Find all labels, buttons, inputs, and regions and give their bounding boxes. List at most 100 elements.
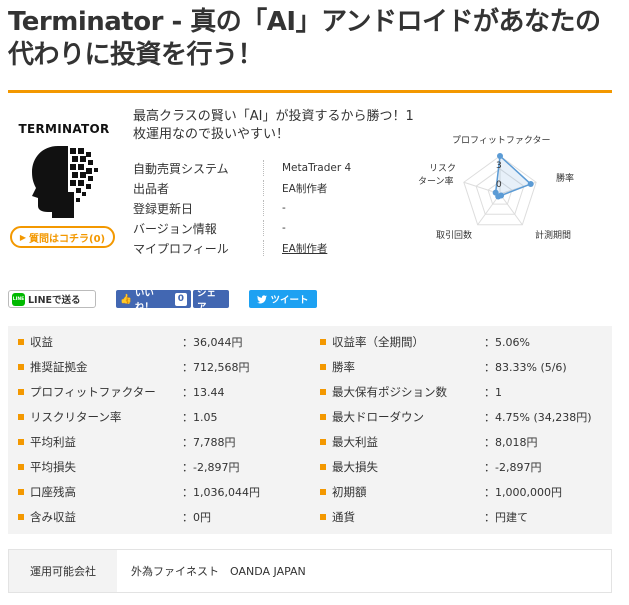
stats-panel: 収益 ：36,044円 収益率（全期間） ：5.06% 推奨証拠金 ：712,568円 勝率… [8, 326, 612, 534]
tweet-button[interactable]: ツイート [249, 290, 317, 308]
info-value: MetaTrader 4 [282, 162, 352, 174]
stat-value: ：1.05 [182, 410, 218, 424]
info-value: - [282, 222, 286, 234]
info-separator [263, 220, 264, 236]
bullet-square-icon [18, 513, 24, 520]
radar-point-win-rate [527, 181, 534, 188]
info-row-profile: マイプロフィール EA制作者 [133, 238, 383, 258]
facebook-like-button[interactable]: 👍 いいね！ 0 [116, 288, 191, 313]
broker-table: 運用可能会社 外為ファイネスト OANDA JAPAN [8, 549, 612, 593]
facebook-share-button[interactable]: シェア [193, 288, 229, 313]
radar-label-trades: 取引回数 [436, 231, 473, 241]
stat-value: ：1,000,000円 [484, 485, 562, 499]
question-button-label: 質問はコチラ(0) [29, 233, 106, 245]
stat-key: 通貨 [332, 509, 355, 524]
stat-item: 初期額 ：1,000,000円 [310, 479, 612, 504]
radar-label-risk-return-2: ターン率 [418, 177, 454, 187]
bullet-square-icon [320, 363, 326, 370]
stat-value: ：7,788円 [182, 435, 236, 449]
bullet-square-icon [18, 413, 24, 420]
bullet-square-icon [18, 338, 24, 345]
line-icon: LINE [12, 292, 25, 306]
stat-item: 通貨 ：円建て [310, 504, 612, 529]
stat-item: 最大保有ポジション数 ：1 [310, 379, 612, 404]
stat-key: 勝率 [332, 359, 355, 374]
stat-value: ：-2,897円 [484, 460, 542, 474]
bullet-square-icon [320, 488, 326, 495]
stat-key: 平均損失 [30, 459, 76, 474]
question-button[interactable]: ▶ 質問はコチラ(0) [10, 226, 115, 248]
line-share-label: LINEで送る [28, 295, 81, 306]
facebook-like-count: 0 [174, 292, 187, 306]
stat-value: ：円建て [484, 510, 528, 524]
stat-value: ：712,568円 [182, 360, 250, 374]
radar-point-profit-factor [497, 153, 503, 159]
thumbs-up-icon: 👍 [120, 293, 132, 305]
stat-value: ：36,044円 [182, 335, 243, 349]
stat-key: リスクリターン率 [30, 409, 122, 424]
info-separator [263, 180, 264, 196]
radar-label-win-rate: 勝率 [556, 174, 575, 184]
stat-key: 収益 [30, 334, 53, 349]
bullet-square-icon [18, 438, 24, 445]
radar-point-risk-return [492, 189, 499, 196]
bullet-square-icon [320, 438, 326, 445]
radar-label-period: 計測期間 [535, 231, 572, 241]
stat-item: 平均損失 ：-2,897円 [8, 454, 310, 479]
stat-key: 平均利益 [30, 434, 76, 449]
stat-value: ：1 [484, 385, 502, 399]
stat-item: 含み収益 ：0円 [8, 504, 310, 529]
bullet-square-icon [18, 463, 24, 470]
stat-item: 勝率 ：83.33% (5/6) [310, 354, 612, 379]
info-key: 出品者 [133, 181, 170, 196]
info-value: EA制作者 [282, 182, 328, 195]
terminator-head-icon [32, 146, 98, 218]
info-separator [263, 240, 264, 256]
stat-value: ：0円 [182, 510, 211, 524]
stat-key: 口座残高 [30, 484, 76, 499]
info-key: 自動売買システム [133, 161, 229, 176]
radar-label-risk-return-1: リスク [429, 164, 457, 174]
product-logo: TERMINATOR [14, 118, 114, 223]
stat-value: ：8,018円 [484, 435, 538, 449]
bullet-square-icon [18, 488, 24, 495]
info-key: マイプロフィール [133, 241, 229, 256]
info-row-seller: 出品者 EA制作者 [133, 178, 383, 198]
radar-axis-line [499, 193, 523, 226]
stat-key: 初期額 [332, 484, 367, 499]
info-key: 登録更新日 [133, 201, 194, 216]
stat-key: 最大保有ポジション数 [332, 384, 447, 399]
stat-value: ：-2,897円 [182, 460, 240, 474]
line-share-button[interactable]: LINE LINEで送る [8, 290, 96, 308]
page-title: Terminator - 真の「AI」アンドロイドがあなたの代わりに投資を行う！ [8, 7, 601, 70]
profile-link[interactable]: EA制作者 [282, 241, 327, 256]
stat-item: 最大利益 ：8,018円 [310, 429, 612, 454]
stats-grid: 収益 ：36,044円 収益率（全期間） ：5.06% 推奨証拠金 ：712,568円 勝率… [8, 329, 612, 529]
stat-item: 推奨証拠金 ：712,568円 [8, 354, 310, 379]
bullet-square-icon [320, 463, 326, 470]
logo-text: TERMINATOR [18, 122, 110, 136]
bullet-square-icon [320, 338, 326, 345]
facebook-buttons: 👍 いいね！ 0 シェア [116, 288, 229, 313]
broker-key: 運用可能会社 [9, 550, 117, 592]
stat-key: 最大利益 [332, 434, 378, 449]
info-row-updated: 登録更新日 - [133, 198, 383, 218]
info-key: バージョン情報 [133, 221, 217, 236]
stat-key: 収益率（全期間） [332, 334, 424, 349]
radar-tick-min: 0 [496, 180, 502, 190]
stat-key: 含み収益 [30, 509, 76, 524]
stat-item: 収益 ：36,044円 [8, 329, 310, 354]
tweet-label: ツイート [270, 295, 309, 306]
stat-value: ：1,036,044円 [182, 485, 260, 499]
stat-value: ：83.33% (5/6) [484, 360, 567, 374]
stat-item: リスクリターン率 ：1.05 [8, 404, 310, 429]
twitter-bird-icon [257, 294, 268, 303]
stat-item: 最大ドローダウン ：4.75% (34,238円) [310, 404, 612, 429]
facebook-share-label: シェア [197, 288, 217, 313]
info-separator [263, 160, 264, 176]
radar-tick-max: 3 [496, 161, 502, 171]
stat-item: 口座残高 ：1,036,044円 [8, 479, 310, 504]
stat-item: 収益率（全期間） ：5.06% [310, 329, 612, 354]
product-tagline: 最高クラスの賢い「AI」が投資するから勝つ！1枚運用なので扱いやすい！ [133, 109, 414, 142]
stat-value: ：4.75% (34,238円) [484, 410, 592, 424]
